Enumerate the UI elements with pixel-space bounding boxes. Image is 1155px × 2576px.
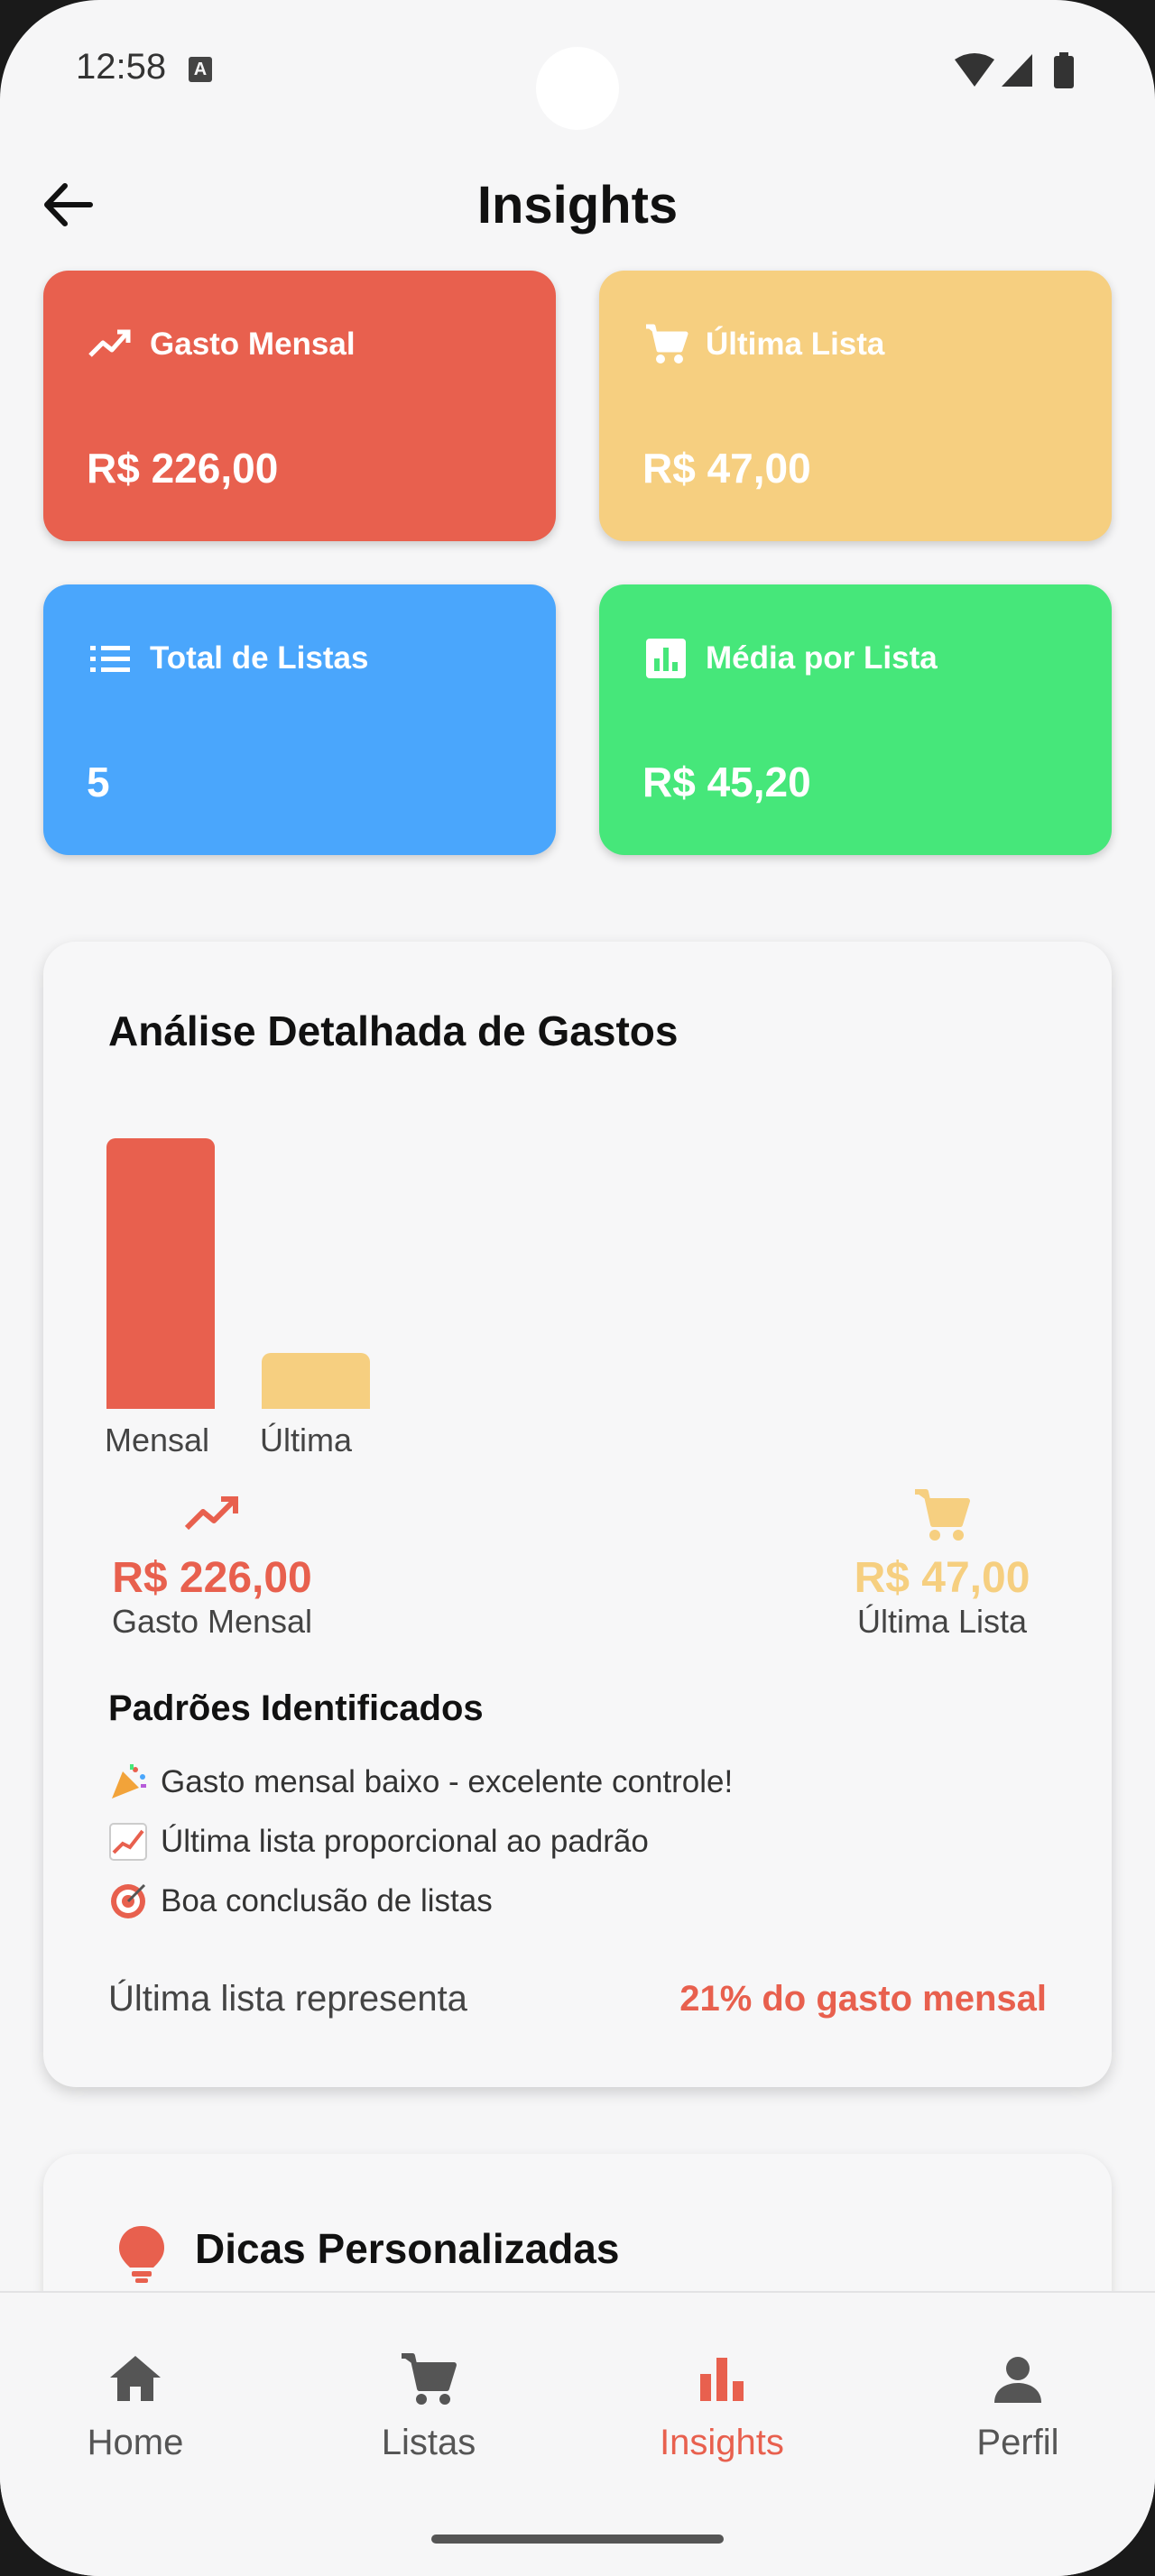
kpi-value: R$ 226,00 (112, 1554, 312, 1602)
stat-value: 5 (87, 759, 110, 805)
chart-bar-label: Última (260, 1421, 353, 1458)
pattern-item: Boa conclusão de listas (108, 1881, 493, 1921)
analysis-title: Análise Detalhada de Gastos (108, 1007, 679, 1054)
camera-cutout (536, 47, 619, 130)
battery-icon (1054, 56, 1074, 88)
phone-screen: 12:58 A Insights Gasto Mensal R$ 226,00 (0, 0, 1155, 2576)
nav-item-home[interactable]: Home (0, 2347, 280, 2491)
page-title: Insights (476, 176, 679, 235)
kpi-last-list: R$ 47,00 Última Lista (834, 1483, 1050, 1641)
nav-label: Insights (660, 2423, 784, 2462)
nav-label: Perfil (976, 2423, 1059, 2462)
kpi-monthly: R$ 226,00 Gasto Mensal (99, 1483, 325, 1641)
pattern-item: Gasto mensal baixo - excelente controle! (108, 1762, 733, 1802)
nav-item-perfil[interactable]: Perfil (873, 2347, 1155, 2491)
status-bar: 12:58 A (0, 0, 1155, 135)
stat-card-average-per-list[interactable]: Média por Lista R$ 45,20 (599, 584, 1112, 855)
lightbulb-icon (119, 2226, 164, 2283)
nav-item-insights[interactable]: Insights (578, 2347, 866, 2491)
cart-icon (646, 324, 688, 363)
stat-card-last-list[interactable]: Última Lista R$ 47,00 (599, 271, 1112, 541)
stat-value: R$ 226,00 (87, 445, 279, 492)
pattern-text: Boa conclusão de listas (161, 1883, 493, 1918)
trending-up-icon (184, 1496, 238, 1531)
list-icon (90, 646, 130, 672)
kpi-label: Gasto Mensal (111, 1603, 313, 1640)
kpi-value: R$ 47,00 (854, 1554, 1030, 1602)
target-icon (111, 1883, 146, 1918)
tips-title: Dicas Personalizadas (195, 2225, 620, 2272)
summary-label: Última lista representa (108, 1979, 467, 2019)
person-icon (994, 2357, 1041, 2403)
bar-chart-icon (700, 2358, 744, 2401)
status-time: 12:58 (76, 47, 167, 87)
stat-label: Média por Lista (706, 640, 938, 676)
spending-bar-chart: Mensal Última (105, 1095, 467, 1458)
stat-label: Última Lista (706, 327, 885, 362)
app-bar: Insights (0, 162, 1155, 253)
signal-icon (1002, 54, 1032, 87)
stat-card-monthly-spend[interactable]: Gasto Mensal R$ 226,00 (43, 271, 556, 541)
chart-bar-última (262, 1353, 370, 1409)
nav-item-listas[interactable]: Listas (284, 2347, 573, 2491)
stat-value: R$ 47,00 (642, 445, 811, 492)
home-icon (110, 2356, 161, 2401)
kpi-label: Última Lista (856, 1603, 1028, 1640)
stat-card-total-lists[interactable]: Total de Listas 5 (43, 584, 556, 855)
spending-analysis-card: Análise Detalhada de Gastos Mensal Última… (43, 942, 1112, 2087)
home-indicator[interactable] (431, 2535, 724, 2544)
pattern-item: Última lista proporcional ao padrão (108, 1822, 649, 1862)
bar-chart-icon (646, 639, 686, 678)
bottom-navigation: Home Listas Insights Perfil (0, 2291, 1155, 2576)
party-popper-icon (112, 1764, 146, 1799)
stat-label: Gasto Mensal (150, 327, 356, 362)
chart-increasing-icon (109, 1823, 147, 1861)
stat-label: Total de Listas (150, 640, 369, 676)
chart-bar-mensal (106, 1138, 215, 1409)
notification-icon: A (189, 57, 212, 82)
trending-up-icon (88, 329, 131, 357)
stat-value: R$ 45,20 (642, 759, 811, 805)
nav-label: Home (87, 2423, 184, 2462)
chart-bar-label: Mensal (105, 1421, 210, 1458)
nav-label: Listas (381, 2423, 476, 2462)
cart-icon (915, 1489, 970, 1541)
pattern-text: Última lista proporcional ao padrão (161, 1824, 649, 1859)
cart-icon (402, 2353, 457, 2405)
patterns-title: Padrões Identificados (108, 1688, 484, 1728)
wifi-icon (955, 53, 994, 87)
status-icons (955, 52, 1074, 88)
summary-value: 21% do gasto mensal (679, 1979, 1047, 2019)
pattern-text: Gasto mensal baixo - excelente controle! (161, 1764, 734, 1799)
